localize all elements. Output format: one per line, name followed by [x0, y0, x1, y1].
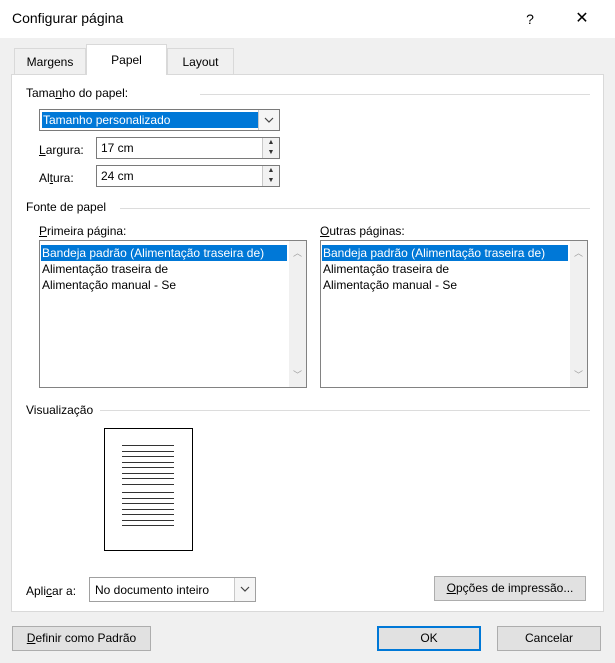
- scrollbar[interactable]: ︿ ﹀: [289, 241, 306, 387]
- caret-down-icon[interactable]: ▼: [263, 148, 279, 158]
- list-item[interactable]: Alimentação traseira de: [41, 261, 168, 277]
- preview-line: [122, 525, 174, 526]
- dialog-title: Configurar página: [12, 10, 124, 26]
- first-page-tray-list[interactable]: Bandeja padrão (Alimentação traseira de)…: [39, 240, 307, 388]
- close-icon[interactable]: ✕: [568, 6, 596, 32]
- ok-button[interactable]: OK: [377, 626, 481, 651]
- chevron-up-icon[interactable]: ︿: [570, 245, 587, 261]
- preview-group-label: Visualização: [26, 403, 100, 417]
- spin-arrows: ▲ ▼: [262, 166, 279, 186]
- group-divider: [200, 94, 590, 95]
- preview-line: [122, 456, 174, 457]
- chevron-down-icon[interactable]: ﹀: [570, 367, 587, 383]
- title-bar: Configurar página ? ✕: [0, 0, 615, 38]
- preview-line: [122, 467, 174, 468]
- apply-to-label: Aplicar a:: [26, 584, 77, 598]
- preview-line: [122, 492, 174, 493]
- help-button[interactable]: ?: [518, 7, 542, 31]
- preview-line: [122, 498, 174, 499]
- list-item[interactable]: Bandeja padrão (Alimentação traseira de): [41, 245, 287, 261]
- scrollbar[interactable]: ︿ ﹀: [570, 241, 587, 387]
- apply-to-dropdown[interactable]: No documento inteiro: [89, 577, 256, 602]
- tab-papel[interactable]: Papel: [86, 44, 167, 75]
- caret-down-icon[interactable]: ▼: [263, 176, 279, 186]
- chevron-up-icon[interactable]: ︿: [289, 245, 306, 261]
- print-options-button[interactable]: Opções de impressão...: [434, 576, 586, 601]
- chevron-down-icon[interactable]: ﹀: [289, 367, 306, 383]
- preview-line: [122, 514, 174, 515]
- other-pages-label: Outras páginas:: [320, 224, 405, 238]
- group-divider: [100, 410, 590, 411]
- list-item[interactable]: Alimentação traseira de: [322, 261, 449, 277]
- paper-size-group-label: Tamanho do papel:: [26, 86, 135, 100]
- preview-line: [122, 445, 174, 446]
- list-item[interactable]: Alimentação manual - Se: [41, 277, 176, 293]
- preview-line: [122, 462, 174, 463]
- group-divider: [120, 208, 590, 209]
- width-label: Largura:: [39, 143, 84, 157]
- height-label: Altura:: [39, 171, 74, 185]
- preview-line: [122, 478, 174, 479]
- preview-line: [122, 451, 174, 452]
- paper-size-selected: Tamanho personalizado: [42, 112, 258, 128]
- width-value[interactable]: 17 cm: [101, 141, 134, 155]
- list-item[interactable]: Bandeja padrão (Alimentação traseira de): [322, 245, 568, 261]
- spin-arrows: ▲ ▼: [262, 138, 279, 158]
- paper-source-group-label: Fonte de papel: [26, 200, 113, 214]
- chevron-down-icon[interactable]: [258, 110, 279, 130]
- set-default-button[interactable]: Definir como Padrão: [12, 626, 151, 651]
- preview-line: [122, 509, 174, 510]
- cancel-button[interactable]: Cancelar: [497, 626, 601, 651]
- chevron-down-icon[interactable]: [234, 578, 255, 601]
- preview-line: [122, 473, 174, 474]
- other-pages-tray-list[interactable]: Bandeja padrão (Alimentação traseira de)…: [320, 240, 588, 388]
- list-item[interactable]: Alimentação manual - Se: [322, 277, 457, 293]
- preview-line: [122, 503, 174, 504]
- preview-line: [122, 520, 174, 521]
- preview-line: [122, 484, 174, 485]
- paper-size-dropdown[interactable]: Tamanho personalizado: [39, 109, 280, 131]
- tab-margens[interactable]: Margens: [14, 48, 86, 74]
- apply-to-value: No documento inteiro: [95, 583, 210, 597]
- tab-layout[interactable]: Layout: [167, 48, 234, 74]
- width-spinner[interactable]: 17 cm ▲ ▼: [96, 137, 280, 159]
- first-page-label: Primeira página:: [39, 224, 127, 238]
- page-preview: [104, 428, 193, 551]
- height-spinner[interactable]: 24 cm ▲ ▼: [96, 165, 280, 187]
- height-value[interactable]: 24 cm: [101, 169, 134, 183]
